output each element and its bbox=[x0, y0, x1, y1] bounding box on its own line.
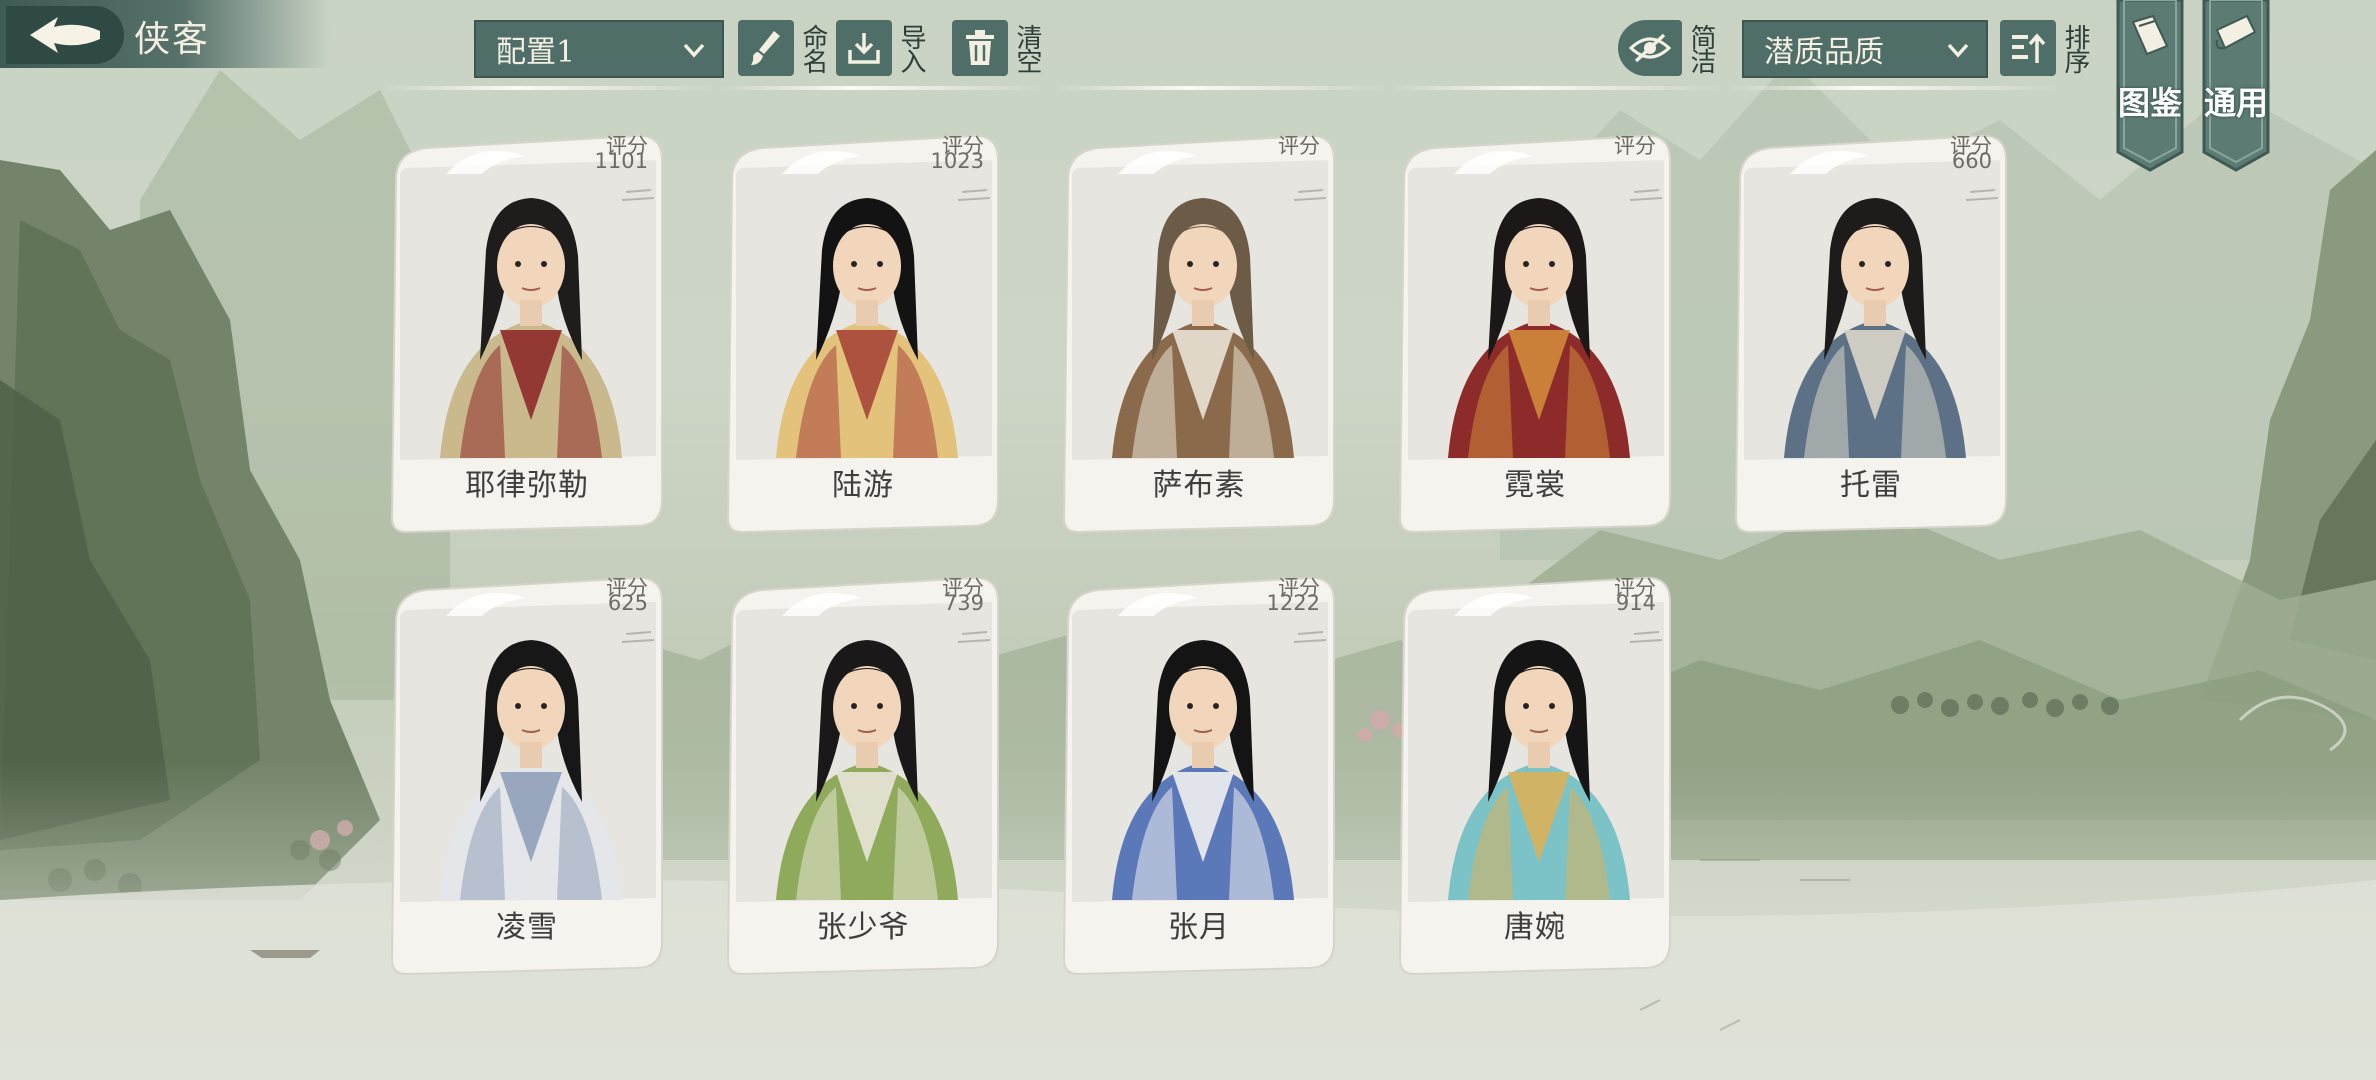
hero-portrait bbox=[1112, 640, 1294, 900]
score-value: 660 bbox=[1951, 149, 1992, 173]
sort-button[interactable]: 排序 bbox=[2000, 16, 2090, 80]
divider bbox=[718, 86, 1048, 90]
score-label: 评分 bbox=[1614, 134, 1656, 158]
score-value: 1101 bbox=[594, 149, 648, 173]
rename-button[interactable]: 命名 bbox=[738, 16, 828, 80]
hero-card[interactable]: 评分 1222 张月 bbox=[1058, 572, 1340, 976]
score-label: 评分 bbox=[1278, 134, 1320, 158]
hero-card[interactable]: 评分 1101 耶律弥勒 bbox=[386, 130, 668, 534]
hero-name: 张月 bbox=[1168, 910, 1230, 945]
score-value: 1222 bbox=[1266, 591, 1320, 615]
hero-name: 霓裳 bbox=[1504, 468, 1566, 503]
divider bbox=[1392, 86, 1722, 90]
divider bbox=[384, 86, 714, 90]
hero-portrait bbox=[1112, 198, 1294, 458]
hero-card[interactable]: 评分 625 凌雪 bbox=[386, 572, 668, 976]
chevron-down-icon bbox=[1947, 43, 1969, 58]
hero-name: 唐婉 bbox=[1504, 910, 1566, 945]
rename-label: 命名 bbox=[798, 24, 828, 72]
hero-card[interactable]: 评分 1023 陆游 bbox=[722, 130, 1004, 534]
simple-view-toggle[interactable]: 简洁 bbox=[1618, 16, 1716, 80]
chevron-down-icon bbox=[683, 43, 705, 58]
game-screen: 侠客 配置1 命名 导入 清空 简洁 潜质品质 排序 图鉴 通用 评分 1101… bbox=[0, 0, 2376, 1080]
import-button[interactable]: 导入 bbox=[836, 16, 926, 80]
sort-select-value: 潜质品质 bbox=[1764, 35, 1884, 70]
hero-card[interactable]: 评分 霓裳 bbox=[1394, 130, 1676, 534]
sort-select[interactable]: 潜质品质 bbox=[1742, 20, 1988, 78]
brush-icon bbox=[751, 31, 780, 65]
clear-label: 清空 bbox=[1012, 24, 1042, 72]
hero-portrait bbox=[776, 198, 958, 458]
score-value: 914 bbox=[1615, 591, 1656, 615]
codex-label: 图鉴 bbox=[2117, 84, 2182, 122]
divider bbox=[1730, 86, 2060, 90]
score-value: 739 bbox=[943, 591, 984, 615]
hero-portrait bbox=[1784, 198, 1966, 458]
hero-card[interactable]: 评分 660 托雷 bbox=[1730, 130, 2012, 534]
eye-off-icon bbox=[1628, 33, 1672, 63]
hero-card[interactable]: 评分 萨布素 bbox=[1058, 130, 1340, 534]
config-select[interactable]: 配置1 bbox=[474, 20, 724, 78]
hero-name: 托雷 bbox=[1840, 468, 1902, 503]
general-banner-button[interactable]: 通用 bbox=[2200, 0, 2272, 172]
sort-label: 排序 bbox=[2060, 24, 2090, 72]
general-label: 通用 bbox=[2203, 84, 2268, 122]
hero-portrait bbox=[1448, 640, 1630, 900]
score-value: 1023 bbox=[930, 149, 984, 173]
hero-name: 萨布素 bbox=[1152, 468, 1246, 503]
book-icon bbox=[2131, 14, 2169, 56]
divider bbox=[1056, 86, 1386, 90]
hero-portrait bbox=[776, 640, 958, 900]
hero-name: 耶律弥勒 bbox=[465, 468, 589, 503]
import-label: 导入 bbox=[896, 24, 926, 72]
download-icon bbox=[848, 33, 880, 64]
page-title: 侠客 bbox=[134, 19, 211, 60]
scroll-icon bbox=[2215, 14, 2257, 50]
hero-name: 凌雪 bbox=[496, 910, 558, 945]
back-arrow-icon bbox=[30, 17, 100, 53]
codex-banner-button[interactable]: 图鉴 bbox=[2114, 0, 2186, 172]
clear-button[interactable]: 清空 bbox=[952, 16, 1042, 80]
hero-portrait bbox=[440, 640, 622, 900]
hero-name: 张少爷 bbox=[816, 910, 910, 945]
hero-portrait bbox=[1448, 198, 1630, 458]
hero-card[interactable]: 评分 739 张少爷 bbox=[722, 572, 1004, 976]
sort-icon bbox=[2012, 33, 2046, 63]
simple-label: 简洁 bbox=[1686, 24, 1716, 72]
hero-name: 陆游 bbox=[832, 468, 894, 503]
hero-portrait bbox=[440, 198, 622, 458]
score-value: 625 bbox=[607, 591, 648, 615]
hero-card[interactable]: 评分 914 唐婉 bbox=[1394, 572, 1676, 976]
trash-icon bbox=[966, 30, 994, 65]
back-button[interactable] bbox=[6, 6, 124, 64]
config-select-value: 配置1 bbox=[496, 35, 576, 70]
